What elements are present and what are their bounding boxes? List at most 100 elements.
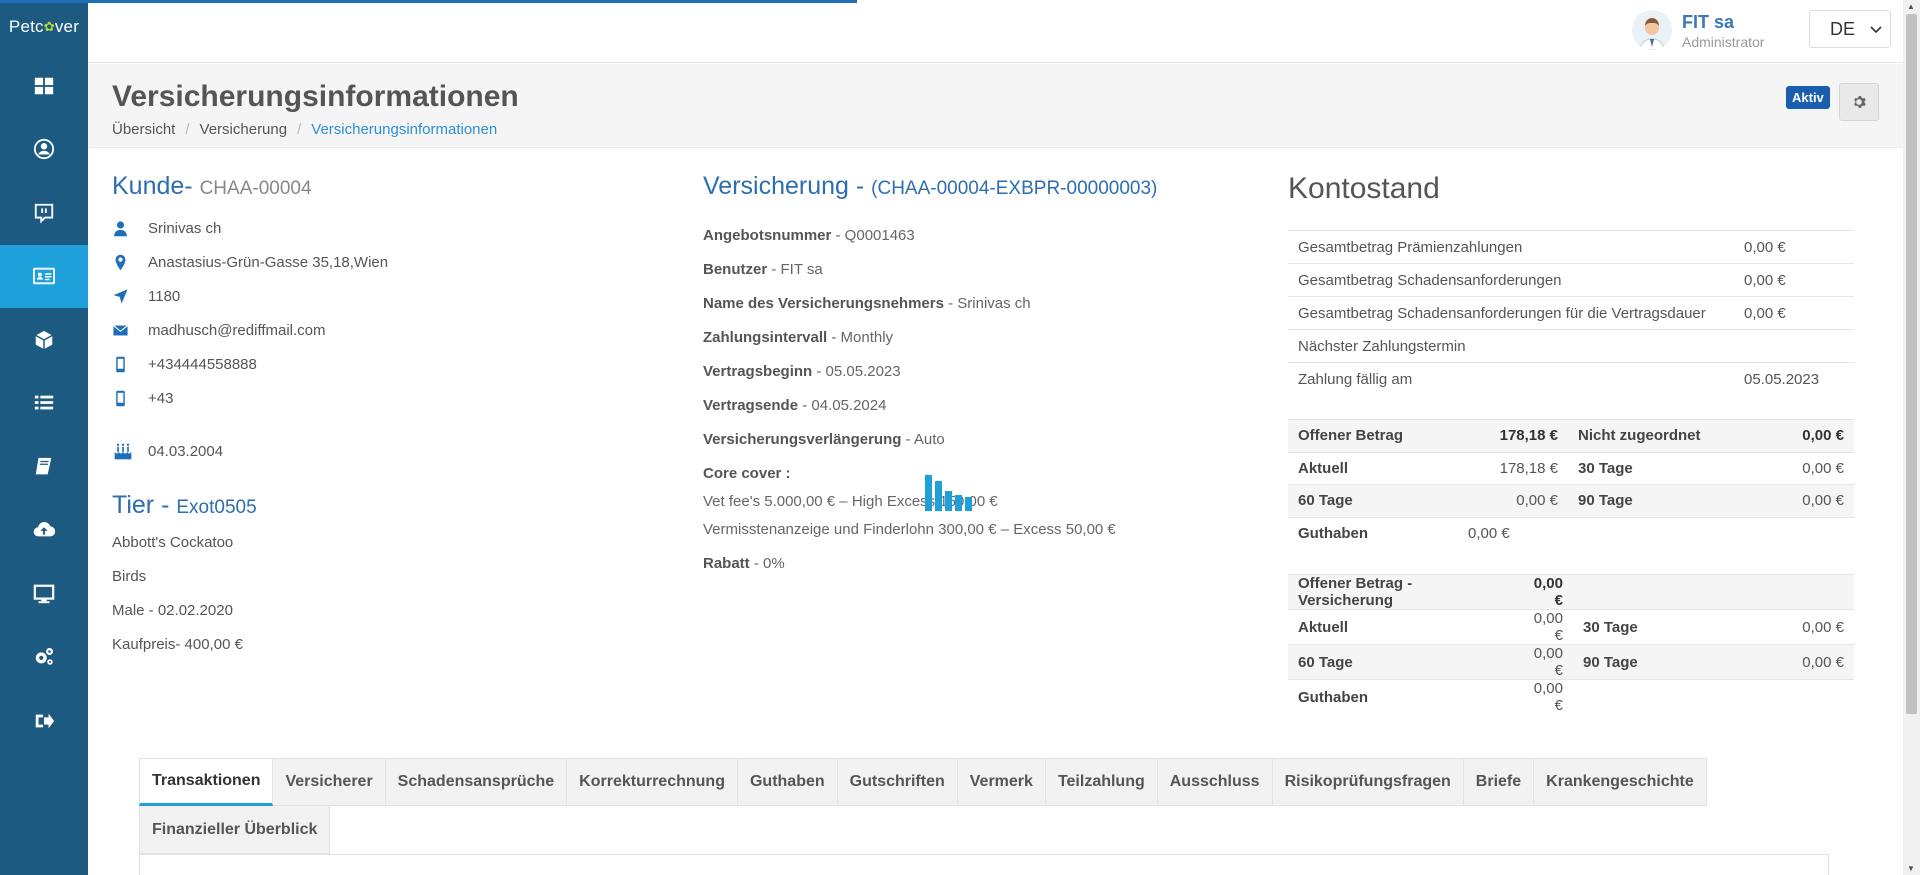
tab-insurers[interactable]: Versicherer — [273, 758, 386, 806]
cell: 0,00 € — [1458, 516, 1568, 550]
sidebar-item-settings[interactable] — [0, 626, 88, 690]
cell: 60 Tage — [1288, 484, 1458, 517]
summary-value: 0,00 € — [1734, 263, 1854, 297]
scrollbar[interactable]: ▲ ▼ — [1903, 0, 1920, 875]
tab-transactions[interactable]: Transaktionen — [139, 758, 274, 806]
cell: 178,18 € — [1458, 419, 1568, 452]
tab-medical-history[interactable]: Krankengeschichte — [1534, 758, 1707, 806]
account-balance-heading: Kontostand — [1288, 172, 1440, 205]
customer-heading: Kunde- CHAA-00004 — [112, 172, 312, 201]
field-policyholder: Name des Versicherungsnehmers - Srinivas… — [703, 295, 1031, 312]
logo-text-left: Petc — [8, 17, 44, 36]
insurance-id: (CHAA-00004-EXBPR-00000003) — [871, 178, 1158, 199]
field-discount: Rabatt - 0% — [703, 555, 785, 572]
dashboard-icon — [34, 77, 54, 94]
sidebar-item-customers[interactable] — [0, 118, 88, 182]
settings-button[interactable] — [1839, 83, 1879, 121]
tab-credit[interactable]: Guthaben — [737, 758, 838, 806]
scroll-up-icon[interactable]: ▲ — [1907, 2, 1915, 11]
sidebar-item-monitor[interactable] — [0, 562, 88, 626]
tab-partial-payment[interactable]: Teilzahlung — [1045, 758, 1158, 806]
cell: 178,18 € — [1458, 451, 1568, 485]
customer-zip: 1180 — [148, 288, 181, 305]
table-row: Offener Betrag 178,18 € Nicht zugeordnet… — [1288, 419, 1854, 452]
sidebar-item-logout[interactable] — [0, 689, 88, 753]
cell: 0,00 € — [1758, 451, 1854, 485]
field-user: Benutzer - FIT sa — [703, 261, 823, 278]
cell: 90 Tage — [1568, 484, 1758, 517]
insurance-heading: Versicherung - (CHAA-00004-EXBPR-0000000… — [703, 172, 1157, 201]
customer-email-row: madhusch@rediffmail.com — [112, 322, 326, 339]
cell: Aktuell — [1288, 451, 1458, 485]
cell: 0,00 € — [1518, 609, 1573, 645]
envelope-icon — [113, 325, 128, 336]
tab-financial-overview[interactable]: Finanzieller Überblick — [139, 806, 331, 854]
sidebar-item-dashboard[interactable] — [0, 54, 88, 118]
summary-label: Gesamtbetrag Schadensanforderungen für d… — [1288, 296, 1734, 330]
breadcrumb-item-overview[interactable]: Übersicht — [112, 121, 175, 138]
tab-exclusion[interactable]: Ausschluss — [1157, 758, 1273, 806]
tab-panel — [139, 854, 1829, 875]
avatar-icon — [1632, 10, 1672, 50]
breadcrumb-item-insurance[interactable]: Versicherung — [200, 121, 288, 138]
user-icon — [33, 139, 55, 160]
tab-claims[interactable]: Schadensansprüche — [385, 758, 568, 806]
summary-value: 0,00 € — [1734, 296, 1854, 330]
cell: Aktuell — [1288, 609, 1518, 645]
user-name[interactable]: FIT sa — [1682, 12, 1734, 33]
map-marker-icon — [115, 254, 126, 271]
field-contract-start: Vertragsbeginn - 05.05.2023 — [703, 363, 901, 380]
language-select[interactable]: DE — [1809, 10, 1891, 48]
cell: 30 Tage — [1573, 609, 1763, 645]
pet-species: Birds — [112, 568, 147, 585]
tab-credit-notes[interactable]: Gutschriften — [837, 758, 958, 806]
user-avatar[interactable] — [1632, 10, 1672, 50]
pet-heading: Tier - Exot0505 — [112, 491, 257, 520]
sidebar-item-list[interactable] — [0, 372, 88, 436]
app-logo[interactable]: Petc ✿ ver — [0, 0, 88, 54]
book-icon — [35, 457, 52, 475]
cell: Guthaben — [1288, 516, 1458, 550]
cell: 0,00 € — [1763, 644, 1854, 680]
cell: 0,00 € — [1518, 574, 1573, 610]
sidebar-item-products[interactable] — [0, 308, 88, 372]
tab-correction-invoice[interactable]: Korrekturrechnung — [567, 758, 738, 806]
page-title-bar: Versicherungsinformationen Übersicht / Ver… — [88, 64, 1903, 148]
customer-address: Anastasius-Grün-Gasse 35,18,Wien — [148, 254, 389, 271]
balance-summary-table: Gesamtbetrag Prämienzahlungen 0,00 € Gesa… — [1288, 230, 1854, 396]
summary-label: Zahlung fällig am — [1288, 362, 1734, 396]
paw-icon: ✿ — [43, 19, 55, 34]
cell: Nicht zugeordnet — [1568, 419, 1758, 452]
table-row: Zahlung fällig am 05.05.2023 — [1288, 362, 1854, 396]
summary-value: 0,00 € — [1734, 230, 1854, 264]
cloud-upload-icon — [33, 522, 55, 537]
table-row: Guthaben 0,00 € — [1288, 679, 1854, 714]
customer-email: madhusch@rediffmail.com — [148, 322, 326, 339]
birthday-cake-icon — [114, 443, 132, 460]
tab-letters[interactable]: Briefe — [1463, 758, 1535, 806]
core-cover-label: Core cover : — [703, 465, 791, 482]
logo-text-right: ver — [54, 17, 80, 36]
summary-value — [1734, 329, 1854, 363]
sidebar-item-messages[interactable] — [0, 181, 88, 245]
location-arrow-icon — [113, 289, 128, 304]
person-icon — [114, 221, 127, 237]
sidebar-item-documents[interactable] — [0, 435, 88, 499]
field-payment-interval: Zahlungsintervall - Monthly — [703, 329, 894, 346]
cell: 30 Tage — [1568, 451, 1758, 485]
sidebar-item-insurance[interactable] — [0, 244, 88, 308]
scrollbar-thumb[interactable] — [1906, 14, 1917, 714]
tab-risk-questions[interactable]: Risikoprüfungsfragen — [1272, 758, 1464, 806]
breadcrumb: Übersicht / Versicherung / Versicherungsinfo… — [112, 121, 498, 138]
cell: Offener Betrag - Versicherung — [1288, 574, 1518, 610]
pet-purchase-price: Kaufpreis- 400,00 € — [112, 636, 243, 653]
gear-icon — [1854, 96, 1866, 108]
detail-tabs: Transaktionen Versicherer Schadensansprü… — [139, 758, 1709, 854]
customer-phone2-row: +43 — [112, 390, 173, 407]
scroll-down-icon[interactable]: ▼ — [1907, 864, 1915, 873]
sidebar-item-upload[interactable] — [0, 499, 88, 563]
tab-notes[interactable]: Vermerk — [957, 758, 1046, 806]
field-contract-end: Vertragsende - 04.05.2024 — [703, 397, 887, 414]
summary-label: Gesamtbetrag Schadensanforderungen — [1288, 263, 1734, 297]
table-row: Gesamtbetrag Prämienzahlungen 0,00 € — [1288, 230, 1854, 264]
